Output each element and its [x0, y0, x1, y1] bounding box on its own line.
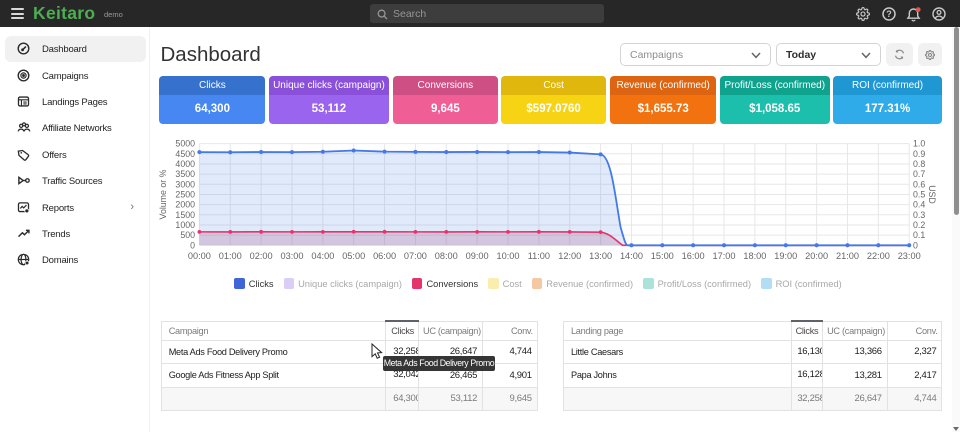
- svg-text:06:00: 06:00: [373, 251, 396, 261]
- svg-text:1000: 1000: [175, 220, 195, 230]
- svg-text:16:00: 16:00: [682, 251, 705, 261]
- svg-text:1500: 1500: [175, 210, 195, 220]
- svg-text:04:00: 04:00: [311, 251, 334, 261]
- svg-text:5000: 5000: [175, 139, 195, 149]
- svg-text:0.9: 0.9: [913, 149, 925, 159]
- svg-text:10:00: 10:00: [497, 251, 520, 261]
- svg-text:0.5: 0.5: [913, 190, 925, 200]
- svg-text:12:00: 12:00: [558, 251, 581, 261]
- svg-text:11:00: 11:00: [528, 251, 550, 261]
- svg-text:23:00: 23:00: [898, 251, 921, 261]
- svg-text:0.7: 0.7: [913, 169, 925, 179]
- svg-text:3000: 3000: [175, 179, 195, 189]
- svg-text:01:00: 01:00: [219, 251, 242, 261]
- svg-text:500: 500: [180, 230, 195, 240]
- svg-text:21:00: 21:00: [836, 251, 859, 261]
- svg-text:14:00: 14:00: [620, 251, 643, 261]
- svg-text:0: 0: [190, 240, 195, 250]
- svg-text:15:00: 15:00: [651, 251, 674, 261]
- svg-text:USD: USD: [927, 185, 937, 204]
- svg-text:0.1: 0.1: [913, 230, 925, 240]
- svg-text:0.4: 0.4: [913, 200, 925, 210]
- svg-text:17:00: 17:00: [713, 251, 736, 261]
- svg-text:09:00: 09:00: [466, 251, 489, 261]
- svg-text:3500: 3500: [175, 169, 195, 179]
- svg-text:02:00: 02:00: [250, 251, 273, 261]
- svg-text:0: 0: [913, 240, 918, 250]
- svg-text:2000: 2000: [175, 200, 195, 210]
- svg-text:1.0: 1.0: [913, 139, 925, 149]
- svg-text:Volume or %: Volume or %: [158, 169, 168, 219]
- svg-text:4000: 4000: [175, 159, 195, 169]
- svg-text:08:00: 08:00: [435, 251, 458, 261]
- svg-text:0.8: 0.8: [913, 159, 925, 169]
- svg-text:07:00: 07:00: [404, 251, 427, 261]
- svg-text:19:00: 19:00: [774, 251, 797, 261]
- svg-text:2500: 2500: [175, 190, 195, 200]
- svg-text:13:00: 13:00: [589, 251, 612, 261]
- svg-text:4500: 4500: [175, 149, 195, 159]
- svg-text:0.3: 0.3: [913, 210, 925, 220]
- svg-text:03:00: 03:00: [280, 251, 303, 261]
- svg-text:00:00: 00:00: [188, 251, 211, 261]
- svg-text:0.2: 0.2: [913, 220, 925, 230]
- svg-text:18:00: 18:00: [743, 251, 766, 261]
- svg-text:22:00: 22:00: [867, 251, 890, 261]
- svg-text:20:00: 20:00: [805, 251, 828, 261]
- svg-text:0.6: 0.6: [913, 179, 925, 189]
- svg-text:05:00: 05:00: [342, 251, 365, 261]
- svg-text:?: ?: [886, 9, 892, 19]
